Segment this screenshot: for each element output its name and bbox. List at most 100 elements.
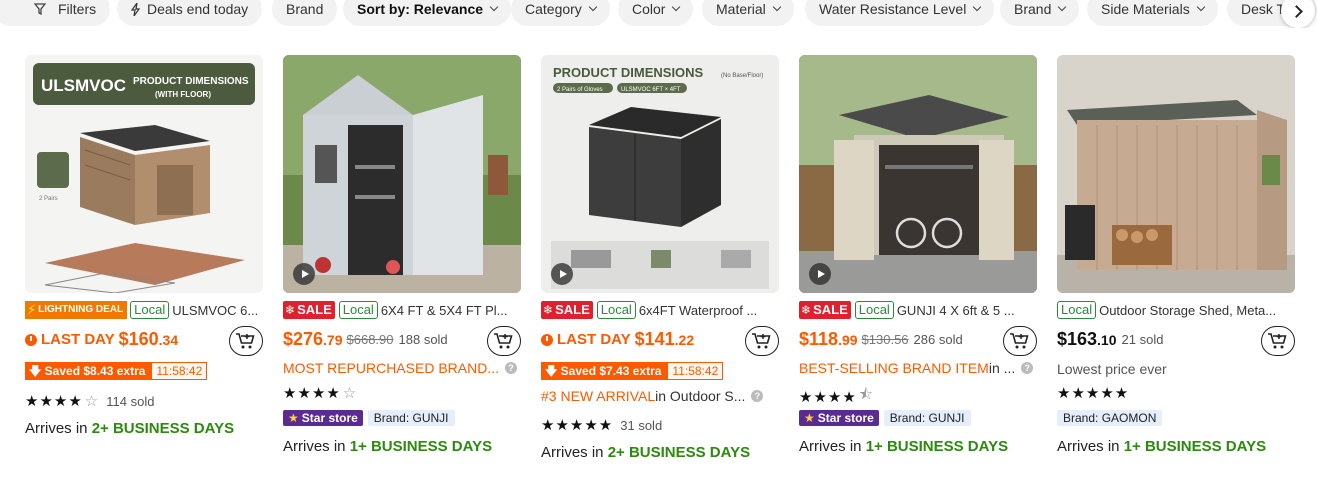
- filter-icon: [34, 3, 46, 15]
- clock-icon: [541, 333, 553, 346]
- lightning-icon: [131, 2, 141, 16]
- svg-text:(WITH FLOOR): (WITH FLOOR): [155, 90, 211, 99]
- delivery-estimate: Arrives in 1+ BUSINESS DAYS: [799, 438, 1009, 455]
- product-tagline: ❄ SALE Local 6X4 FT & 5X4 FT Pl...: [283, 301, 523, 319]
- category-chip[interactable]: Category: [511, 0, 610, 26]
- star-store-badge: ★ Star store: [283, 410, 363, 426]
- sort-by-chip[interactable]: Sort by: Relevance: [343, 0, 512, 26]
- snowflake-icon: ❄: [801, 303, 812, 317]
- price-cents: .34: [158, 331, 179, 348]
- rating-stars: ★★★★★ 31 sold: [541, 417, 663, 434]
- brand-chip[interactable]: Brand: [272, 0, 338, 26]
- brand-tag[interactable]: Brand: GUNJI: [367, 410, 455, 426]
- color-chip[interactable]: Color: [618, 0, 694, 26]
- product-image[interactable]: [1057, 55, 1295, 293]
- saved-badge: 🡇 Saved $7.43 extra: [541, 362, 668, 380]
- store-line: ★ Star store Brand: GUNJI: [283, 410, 455, 426]
- price-line: LAST DAY $160 .34: [25, 329, 178, 350]
- help-icon[interactable]: ?: [751, 390, 764, 402]
- product-image[interactable]: ULSMVOC PRODUCT DIMENSIONS (WITH FLOOR) …: [25, 55, 263, 293]
- sale-badge: ❄ SALE: [799, 301, 851, 319]
- price-main: $276: [283, 329, 324, 349]
- svg-text:2 Pairs: 2 Pairs: [39, 196, 58, 202]
- add-to-cart-button[interactable]: [487, 326, 521, 356]
- price-cents: .22: [674, 331, 695, 348]
- help-icon[interactable]: ?: [505, 362, 517, 374]
- scroll-right-button[interactable]: [1281, 0, 1315, 28]
- product-title[interactable]: GUNJI 4 X 6ft & 5 ...: [897, 303, 1015, 318]
- product-title[interactable]: Outdoor Storage Shed, Meta...: [1099, 303, 1276, 318]
- product-image[interactable]: [283, 55, 521, 293]
- side-materials-chip[interactable]: Side Materials: [1087, 0, 1218, 26]
- product-card[interactable]: ❄ SALE Local 6X4 FT & 5X4 FT Pl... $276 .…: [283, 55, 523, 455]
- add-to-cart-button[interactable]: [1003, 326, 1037, 356]
- filters-chip[interactable]: Filters: [0, 0, 111, 26]
- play-video-icon[interactable]: [809, 263, 831, 285]
- water-resistance-chip[interactable]: Water Resistance Level: [805, 0, 995, 26]
- add-to-cart-button[interactable]: [229, 326, 263, 356]
- delivery-estimate: Arrives in 1+ BUSINESS DAYS: [1057, 438, 1267, 455]
- brand-chip-2[interactable]: Brand: [1000, 0, 1080, 26]
- product-title[interactable]: 6X4 FT & 5X4 FT Pl...: [381, 303, 508, 318]
- help-icon[interactable]: ?: [1021, 362, 1034, 374]
- promo-category: in Outdoor S...: [655, 388, 746, 404]
- delivery-estimate: Arrives in 2+ BUSINESS DAYS: [25, 420, 235, 437]
- promo-text: MOST REPURCHASED BRAND...: [283, 360, 499, 376]
- price-cents: .79: [323, 331, 343, 348]
- cart-icon: [236, 333, 255, 349]
- cart-icon: [494, 333, 513, 349]
- price-main: $141: [634, 329, 675, 349]
- local-badge: Local: [338, 301, 378, 319]
- chevron-down-icon: [1196, 2, 1205, 12]
- sale-badge: ❄ SALE: [541, 301, 593, 319]
- promo-line: MOST REPURCHASED BRAND... ?: [283, 360, 523, 376]
- product-card[interactable]: ULSMVOC PRODUCT DIMENSIONS (WITH FLOOR) …: [25, 55, 265, 437]
- brand-tag[interactable]: Brand: GAOMON: [1057, 410, 1163, 426]
- deals-end-today-chip[interactable]: Deals end today: [117, 0, 263, 26]
- product-image[interactable]: PRODUCT DIMENSIONS (No Base/Floor) 2 Pai…: [541, 55, 779, 293]
- sold-count: 286 sold: [913, 332, 963, 347]
- sold-count: 114 sold: [106, 393, 155, 409]
- add-to-cart-button[interactable]: [1261, 326, 1295, 356]
- snowflake-icon: ❄: [543, 303, 554, 317]
- cart-icon: [752, 333, 771, 349]
- rating-stars: ★★★★★: [1057, 385, 1130, 402]
- play-video-icon[interactable]: [293, 263, 315, 285]
- add-to-cart-button[interactable]: [745, 326, 779, 356]
- local-badge: Local: [854, 301, 894, 319]
- svg-text:(No Base/Floor): (No Base/Floor): [721, 73, 763, 79]
- product-card[interactable]: PRODUCT DIMENSIONS (No Base/Floor) 2 Pai…: [541, 55, 781, 461]
- saved-line: 🡇 Saved $7.43 extra 11:58:42: [541, 362, 724, 380]
- chevron-down-icon: [489, 2, 499, 12]
- price-cents: .99: [838, 331, 858, 348]
- brand-tag[interactable]: Brand: GUNJI: [883, 410, 971, 426]
- chevron-right-icon: [1290, 4, 1303, 18]
- promo-line: #3 NEW ARRIVAL in Outdoor S... ?: [541, 388, 781, 404]
- product-card[interactable]: Local Outdoor Storage Shed, Meta... $163…: [1057, 55, 1297, 455]
- product-card[interactable]: ❄ SALE Local GUNJI 4 X 6ft & 5 ... $118 .…: [799, 55, 1039, 455]
- price-line: $118 .99 $130.56 286 sold: [799, 329, 963, 350]
- saved-badge: 🡇 Saved $8.43 extra: [25, 362, 152, 380]
- product-title[interactable]: ULSMVOC 6...: [172, 303, 258, 318]
- promo-category: in ...: [988, 360, 1016, 376]
- delivery-estimate: Arrives in 1+ BUSINESS DAYS: [283, 438, 493, 455]
- price-main: $118: [799, 329, 839, 349]
- lightning-deal-badge: ⚡ LIGHTNING DEAL: [25, 301, 128, 319]
- countdown-timer: 11:58:42: [667, 362, 724, 380]
- lowest-price-note: Lowest price ever: [1057, 361, 1167, 377]
- price-main: $163: [1057, 329, 1098, 349]
- material-chip[interactable]: Material: [702, 0, 794, 26]
- delivery-estimate: Arrives in 2+ BUSINESS DAYS: [541, 444, 751, 461]
- svg-text:ULSMVOC: ULSMVOC: [41, 76, 126, 95]
- product-title[interactable]: 6x4FT Waterproof ...: [639, 303, 758, 318]
- last-day-label: LAST DAY: [541, 331, 631, 348]
- store-line: Brand: GAOMON: [1057, 410, 1163, 426]
- price-line: LAST DAY $141 .22: [541, 329, 694, 350]
- product-image[interactable]: [799, 55, 1037, 293]
- play-video-icon[interactable]: [551, 263, 573, 285]
- snowflake-icon: ❄: [285, 303, 296, 317]
- product-tagline: Local Outdoor Storage Shed, Meta...: [1057, 301, 1297, 319]
- star-icon: ★: [804, 411, 815, 425]
- price-line: $163 .10 21 sold: [1057, 329, 1163, 350]
- lightning-icon: ⚡: [27, 302, 37, 317]
